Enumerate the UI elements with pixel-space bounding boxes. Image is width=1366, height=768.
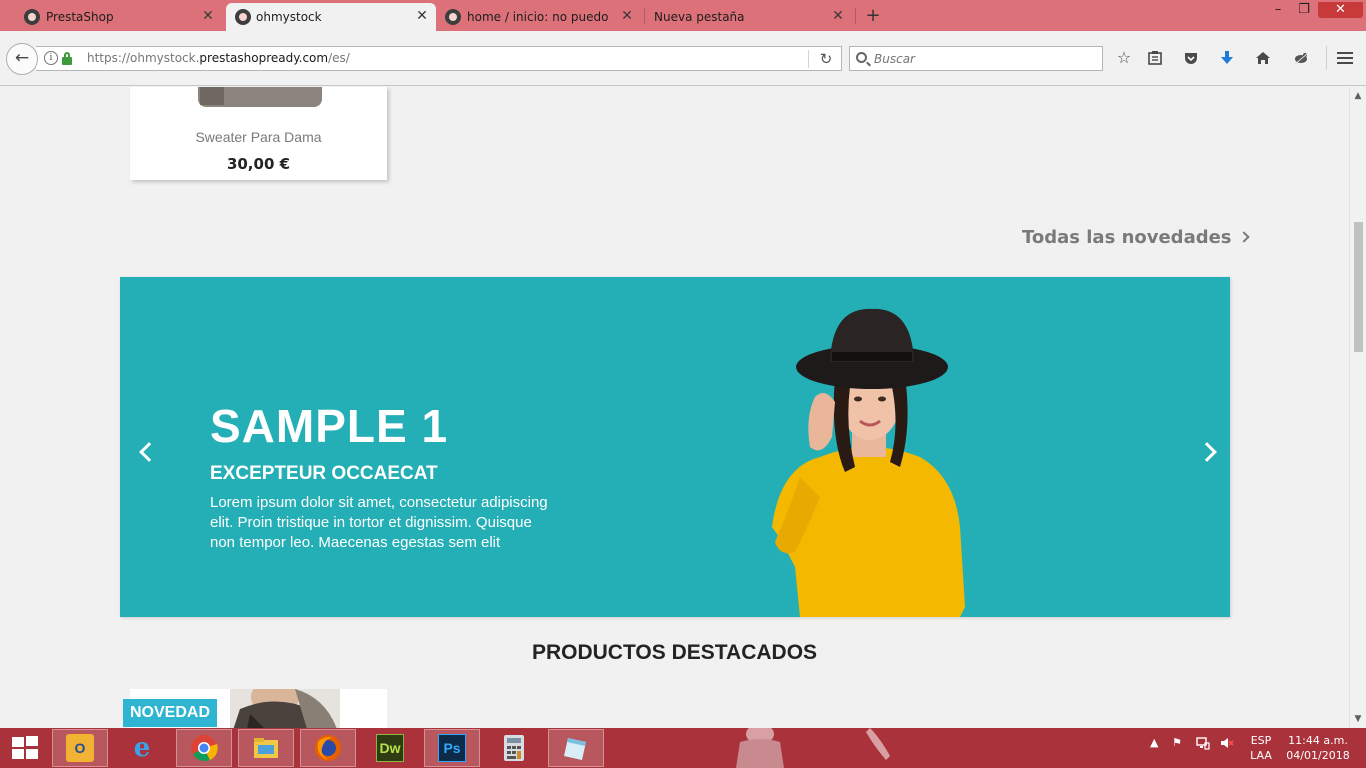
back-arrow-icon[interactable]: ← bbox=[6, 43, 38, 75]
star-icon[interactable]: ☆ bbox=[1112, 46, 1136, 70]
volume-muted-icon[interactable] bbox=[1220, 736, 1234, 753]
lock-icon[interactable] bbox=[62, 52, 72, 65]
reload-icon[interactable]: ↻ bbox=[816, 49, 836, 69]
chrome-icon[interactable] bbox=[176, 729, 232, 767]
outlook-logo: O bbox=[66, 734, 94, 762]
hero-slider: SAMPLE 1 EXCEPTEUR OCCAECAT Lorem ipsum … bbox=[120, 277, 1230, 617]
lang-line1: ESP bbox=[1250, 734, 1272, 747]
scroll-thumb[interactable] bbox=[1354, 222, 1363, 352]
hamburger-menu-icon[interactable] bbox=[1333, 46, 1357, 70]
chevron-right-icon bbox=[1237, 231, 1250, 243]
new-tab-plus-icon[interactable]: + bbox=[862, 5, 884, 27]
tab-label: ohmystock bbox=[256, 10, 322, 24]
search-bar[interactable] bbox=[849, 46, 1103, 71]
windows-taskbar: O e Dw Ps ▲ ⚑ ESP LAA 11:44 a.m. 04/01/2… bbox=[0, 728, 1366, 768]
tab-label: Nueva pestaña bbox=[654, 10, 745, 24]
sweater-photo-fragment bbox=[200, 87, 224, 105]
close-icon[interactable]: ✕ bbox=[200, 8, 216, 24]
all-new-products-link[interactable]: Todas las novedades bbox=[1022, 227, 1250, 248]
tab-label: home / inicio: no puedo e... bbox=[467, 10, 613, 24]
close-icon[interactable]: ✕ bbox=[414, 8, 430, 24]
tab-ohmystock[interactable]: ohmystock ✕ bbox=[226, 3, 436, 31]
network-icon[interactable] bbox=[1196, 736, 1210, 753]
url-prefix: https://ohmystock. bbox=[87, 51, 200, 65]
lang-line2: LAA bbox=[1250, 749, 1272, 762]
pocket-icon[interactable] bbox=[1179, 46, 1203, 70]
photoshop-icon[interactable]: Ps bbox=[424, 729, 480, 767]
page-scrollbar[interactable]: ▲ ▼ bbox=[1349, 87, 1366, 728]
windows-start-icon[interactable] bbox=[10, 736, 38, 760]
firefox-icon[interactable] bbox=[300, 729, 356, 767]
dw-logo: Dw bbox=[376, 734, 404, 762]
minimize-icon[interactable]: – bbox=[1266, 2, 1290, 18]
product-price: 30,00 € bbox=[226, 155, 291, 173]
featured-products-heading: PRODUCTOS DESTACADOS bbox=[531, 641, 818, 664]
dreamweaver-icon[interactable]: Dw bbox=[362, 729, 418, 767]
clock-time: 11:44 a.m. bbox=[1288, 734, 1348, 747]
extension-icon[interactable] bbox=[1289, 46, 1313, 70]
file-explorer-icon[interactable] bbox=[238, 729, 294, 767]
calculator-logo bbox=[504, 735, 524, 761]
firefox-logo bbox=[315, 735, 341, 761]
internet-explorer-icon[interactable]: e bbox=[114, 729, 170, 767]
search-input[interactable] bbox=[874, 50, 1094, 67]
outlook-icon[interactable]: O bbox=[52, 729, 108, 767]
browser-tab-strip: PrestaShop ✕ ohmystock ✕ home / inicio: … bbox=[0, 0, 1366, 31]
chrome-logo bbox=[191, 735, 218, 762]
address-bar[interactable]: i https://ohmystock.prestashopready.com/… bbox=[36, 46, 842, 71]
toolbar-divider bbox=[1326, 46, 1327, 70]
close-icon[interactable]: ✕ bbox=[830, 8, 846, 24]
tab-prestashop[interactable]: PrestaShop ✕ bbox=[22, 3, 222, 31]
browser-toolbar: i https://ohmystock.prestashopready.com/… bbox=[0, 31, 1366, 86]
prestashop-favicon-icon bbox=[24, 9, 40, 25]
clipboard-icon[interactable] bbox=[1143, 46, 1167, 70]
prestashop-favicon-icon bbox=[235, 9, 251, 25]
info-icon[interactable]: i bbox=[44, 51, 58, 65]
url-path: /es/ bbox=[328, 51, 350, 65]
tab-divider bbox=[855, 8, 856, 24]
clock-date: 04/01/2018 bbox=[1286, 749, 1350, 762]
all-new-label: Todas las novedades bbox=[1022, 227, 1232, 248]
scroll-down-icon[interactable]: ▼ bbox=[1352, 713, 1364, 725]
page-viewport: Sweater Para Dama 30,00 € Todas las nove… bbox=[0, 87, 1349, 728]
search-icon bbox=[856, 52, 867, 63]
url-divider bbox=[808, 50, 809, 68]
slide-description: Lorem ipsum dolor sit amet, consectetur … bbox=[210, 494, 548, 551]
ps-logo: Ps bbox=[438, 734, 466, 762]
ie-logo: e bbox=[133, 733, 151, 763]
url-domain: prestashopready.com bbox=[199, 51, 329, 65]
model-photo bbox=[772, 308, 965, 617]
download-arrow-icon[interactable] bbox=[1215, 46, 1239, 70]
slide-title: SAMPLE 1 bbox=[210, 400, 449, 452]
new-product-badge: NOVEDAD bbox=[123, 699, 218, 727]
chevron-right-icon[interactable] bbox=[1197, 442, 1217, 462]
folder-logo bbox=[254, 738, 278, 758]
window-close-icon[interactable]: ✕ bbox=[1318, 2, 1363, 18]
calculator-icon[interactable] bbox=[486, 729, 542, 767]
restore-icon[interactable]: ❐ bbox=[1292, 2, 1316, 18]
tray-expand-icon[interactable]: ▲ bbox=[1150, 736, 1158, 749]
action-center-flag-icon[interactable]: ⚑ bbox=[1172, 736, 1182, 749]
product-name[interactable]: Sweater Para Dama bbox=[130, 129, 387, 145]
scroll-up-icon[interactable]: ▲ bbox=[1352, 90, 1364, 102]
tab-new-tab[interactable]: Nueva pestaña ✕ bbox=[630, 3, 852, 31]
tab-home-inicio[interactable]: home / inicio: no puedo e... ✕ bbox=[443, 3, 641, 31]
product-image[interactable] bbox=[130, 87, 387, 111]
product-image[interactable] bbox=[200, 689, 370, 728]
url-text[interactable]: https://ohmystock.prestashopready.com/es… bbox=[87, 51, 350, 65]
slide-subtitle: EXCEPTEUR OCCAECAT bbox=[210, 463, 438, 484]
system-clock[interactable]: 11:44 a.m. 04/01/2018 bbox=[1280, 733, 1356, 763]
notes-logo bbox=[564, 738, 586, 760]
prestashop-favicon-icon bbox=[445, 9, 461, 25]
tab-label: PrestaShop bbox=[46, 10, 114, 24]
notes-icon[interactable] bbox=[548, 729, 604, 767]
wallpaper-figure bbox=[736, 728, 890, 768]
input-language-indicator[interactable]: ESP LAA bbox=[1246, 733, 1276, 763]
home-icon[interactable] bbox=[1251, 46, 1275, 70]
product-card[interactable]: Sweater Para Dama 30,00 € bbox=[130, 87, 387, 180]
chevron-left-icon[interactable] bbox=[139, 442, 159, 462]
